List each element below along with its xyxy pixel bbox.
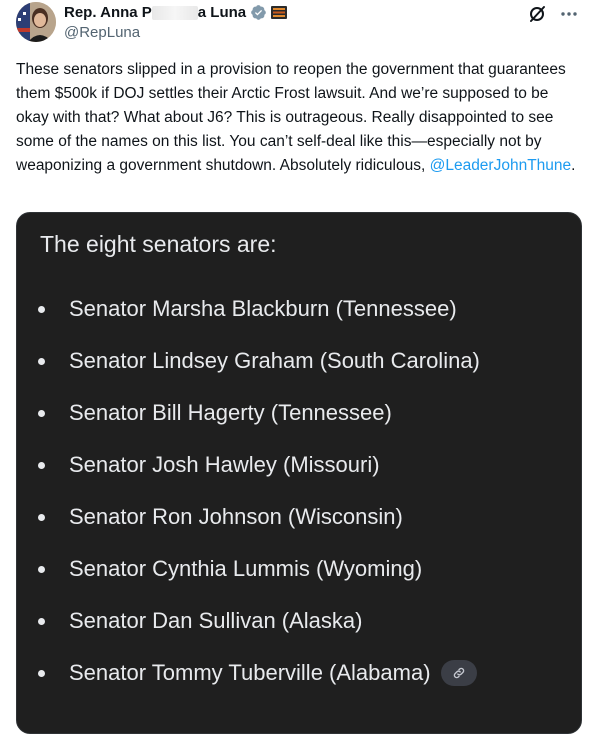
link-icon (453, 667, 464, 679)
list-item: Senator Cynthia Lummis (Wyoming) (17, 543, 581, 595)
bullet (38, 358, 45, 365)
bullet (38, 566, 45, 573)
name-redaction (151, 6, 198, 21)
author-name-start: Rep. Anna P (64, 4, 152, 21)
list-item: Senator Bill Hagerty (Tennessee) (17, 387, 581, 439)
list-item-text: Senator Ron Johnson (Wisconsin) (69, 504, 403, 529)
link-chip[interactable] (440, 660, 477, 686)
verified-badge-icon[interactable] (250, 4, 267, 21)
media-title: The eight senators are: (40, 231, 277, 257)
list-item-text: Senator Bill Hagerty (Tennessee) (69, 400, 392, 425)
list-item: Senator Lindsey Graham (South Carolina) (17, 335, 581, 387)
tweet-text: These senators slipped in a provision to… (16, 58, 584, 178)
more-icon[interactable] (559, 4, 579, 24)
list-item: Senator Josh Hawley (Missouri) (17, 439, 581, 491)
list-item-text: Senator Lindsey Graham (South Carolina) (69, 348, 480, 373)
bullet (38, 410, 45, 417)
bullet (38, 462, 45, 469)
tweet-end: . (571, 157, 576, 174)
bullet (38, 670, 45, 677)
tweet-media-image[interactable]: The eight senators are: Senator Marsha B… (16, 212, 582, 734)
senator-list: Senator Marsha Blackburn (Tennessee) Sen… (17, 283, 581, 699)
tweet-header: Rep. Anna P a Luna @RepLuna (16, 2, 579, 46)
author-name-end: a Luna (197, 4, 247, 21)
list-item-text: Senator Dan Sullivan (Alaska) (69, 608, 363, 633)
bullet (38, 514, 45, 521)
list-item-text: Senator Josh Hawley (Missouri) (69, 452, 380, 477)
author-handle[interactable]: @RepLuna (64, 24, 140, 41)
list-item-text: Senator Cynthia Lummis (Wyoming) (69, 556, 423, 581)
bullet (38, 618, 45, 625)
list-item: Senator Marsha Blackburn (Tennessee) (17, 283, 581, 335)
list-item-text: Senator Tommy Tuberville (Alabama) (69, 660, 431, 685)
avatar-image (16, 2, 56, 42)
list-item: Senator Dan Sullivan (Alaska) (17, 595, 581, 647)
avatar[interactable] (16, 2, 56, 42)
mention-link[interactable]: @LeaderJohnThune (430, 157, 572, 174)
affiliation-badge-icon[interactable] (271, 6, 288, 19)
grok-icon[interactable] (527, 4, 547, 24)
author-name[interactable]: Rep. Anna P a Luna (64, 4, 246, 21)
list-item: Senator Tommy Tuberville (Alabama) (17, 647, 581, 699)
list-item: Senator Ron Johnson (Wisconsin) (17, 491, 581, 543)
author-name-row[interactable]: Rep. Anna P a Luna (64, 4, 288, 21)
bullet (38, 306, 45, 313)
header-actions (527, 4, 579, 24)
list-item-text: Senator Marsha Blackburn (Tennessee) (69, 296, 457, 321)
